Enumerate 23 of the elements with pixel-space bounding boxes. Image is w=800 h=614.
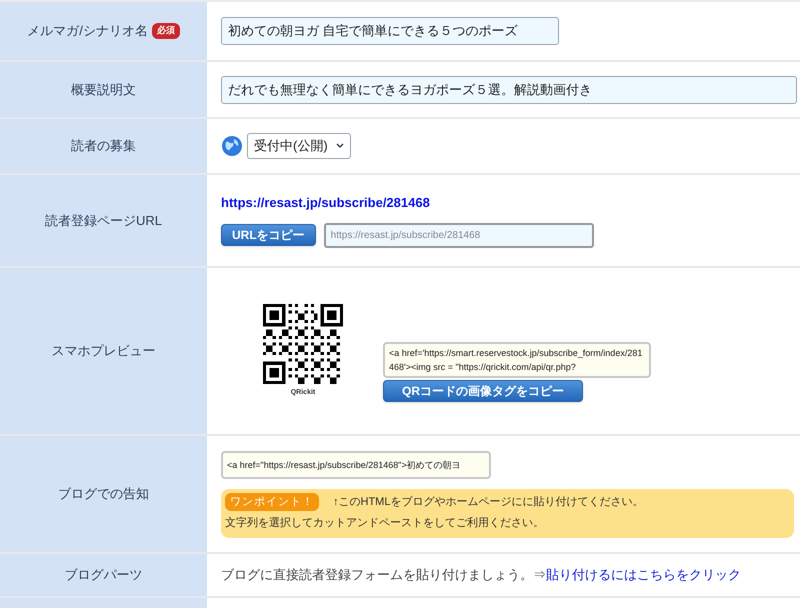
copy-url-button[interactable]: URLをコピー bbox=[221, 224, 316, 246]
row-label: ブログでの告知 bbox=[58, 485, 149, 504]
required-badge: 必須 bbox=[152, 23, 180, 39]
row-label: メルマガ/シナリオ名 bbox=[27, 22, 148, 40]
row-label: 読者登録ページURL bbox=[44, 212, 162, 230]
recruitment-select[interactable]: 受付中(公開) bbox=[247, 133, 351, 159]
blog-parts-text: ブログに直接読者登録フォームを貼り付けましょう。⇒貼り付けるにはこちらをクリック bbox=[221, 566, 741, 584]
tip-text: ↑このHTMLをブログやホームページにに貼り付けてください。 bbox=[333, 494, 644, 510]
tip-text: 文字列を選択してカットアンドペーストをしてご利用ください。 bbox=[225, 516, 545, 531]
name-field[interactable]: 初めての朝ヨガ 自宅で簡単にできる５つのポーズ bbox=[221, 17, 559, 45]
copy-qr-tag-button[interactable]: QRコードの画像タグをコピー bbox=[383, 380, 583, 402]
row-label: 概要説明文 bbox=[71, 80, 136, 99]
row-label: スマホプレビュー bbox=[52, 342, 156, 360]
description-field[interactable]: だれでも無理なく簡単にできるヨガポーズ５選。解説動画付き bbox=[221, 76, 797, 104]
subscribe-url-link[interactable]: https://resast.jp/subscribe/281468 bbox=[221, 193, 594, 213]
chevron-down-icon bbox=[336, 143, 344, 149]
row-label: ブログパーツ bbox=[64, 566, 142, 584]
paste-link[interactable]: 貼り付けるにはこちらをクリック bbox=[546, 567, 741, 582]
qr-tag-textarea[interactable]: <a href='https://smart.reservestock.jp/subscribe_form/index/281468'><img src = "https://qrickit.com/api/qr.php? bbox=[383, 342, 651, 378]
tip-badge: ワンポイント！ bbox=[225, 492, 319, 511]
globe-icon bbox=[221, 135, 243, 157]
row-label: 読者の募集 bbox=[71, 137, 136, 156]
blog-html-textarea[interactable]: <a href="https://resast.jp/subscribe/281468">初めての朝ヨ bbox=[221, 450, 491, 478]
